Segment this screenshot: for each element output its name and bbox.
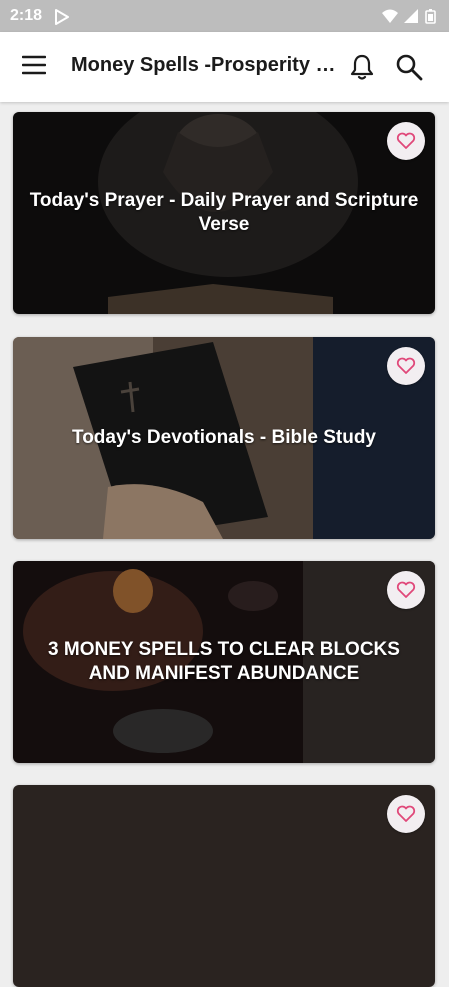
heart-icon	[396, 132, 416, 149]
card-partial[interactable]	[13, 785, 435, 987]
favorite-button[interactable]	[387, 347, 425, 385]
status-bar: 2:18	[0, 0, 449, 32]
favorite-button[interactable]	[387, 571, 425, 609]
wifi-icon	[382, 9, 398, 23]
menu-icon[interactable]	[21, 55, 47, 80]
signal-icon	[404, 9, 418, 23]
card-money-spells[interactable]: 3 MONEY SPELLS TO CLEAR BLOCKS AND MANIF…	[13, 561, 435, 763]
card-title: Today's Prayer - Daily Prayer and Script…	[29, 190, 419, 235]
status-icons	[381, 8, 441, 29]
heart-icon	[396, 581, 416, 598]
card-todays-prayer[interactable]: Today's Prayer - Daily Prayer and Script…	[13, 112, 435, 314]
card-title: Today's Devotionals - Bible Study	[72, 427, 376, 448]
battery-icon	[425, 9, 436, 24]
card-title: 3 MONEY SPELLS TO CLEAR BLOCKS AND MANIF…	[48, 639, 400, 684]
status-time: 2:18	[10, 7, 43, 24]
card-image	[13, 785, 435, 987]
bell-icon[interactable]	[349, 53, 375, 86]
play-store-icon	[54, 9, 70, 30]
app-title: Money Spells -Prosperity Spells	[71, 54, 341, 76]
search-icon[interactable]	[395, 53, 423, 86]
favorite-button[interactable]	[387, 795, 425, 833]
card-todays-devotionals[interactable]: Today's Devotionals - Bible Study	[13, 337, 435, 539]
heart-icon	[396, 357, 416, 374]
heart-icon	[396, 805, 416, 822]
app-bar: Money Spells -Prosperity Spells	[0, 32, 449, 102]
favorite-button[interactable]	[387, 122, 425, 160]
